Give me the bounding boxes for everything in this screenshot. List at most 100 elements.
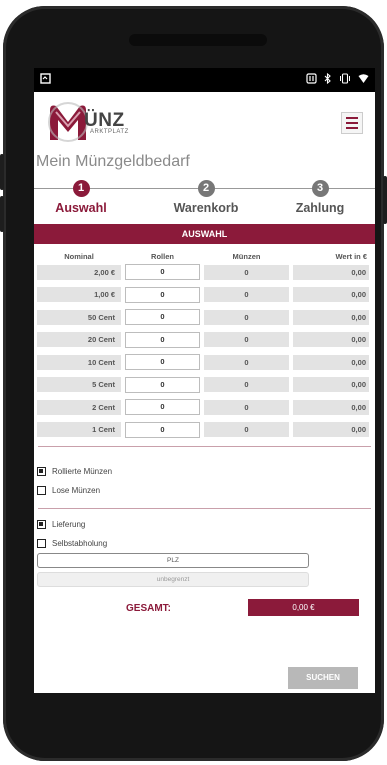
muenzen-cell: 0 xyxy=(204,377,289,392)
nfc-icon xyxy=(306,73,317,87)
option-rollierte[interactable]: Rollierte Münzen xyxy=(34,462,375,481)
rollen-input[interactable]: 0 xyxy=(125,309,200,325)
wert-cell: 0,00 xyxy=(293,399,369,415)
status-bar xyxy=(34,68,375,92)
muenzen-cell: 0 xyxy=(204,422,289,437)
menu-icon-bar xyxy=(346,127,358,129)
nominal-cell: 10 Cent xyxy=(37,354,121,370)
table-body: 2,00 €0 0 0,00 1,00 €0 0 0,00 50 Cent 0 0 0,00 20 … xyxy=(37,264,372,438)
step-auswahl[interactable]: 1 Auswahl xyxy=(34,180,136,215)
phone-frame: ÜNZ ARKTPLATZ Mein Münzgeldbedarf 1 Ausw… xyxy=(0,6,387,761)
header-nominal: Nominal xyxy=(64,251,94,261)
checked-checkbox-icon[interactable] xyxy=(37,519,46,529)
volume-up-button xyxy=(0,154,4,190)
option-label: Lieferung xyxy=(52,519,86,529)
table-row: 20 Cent 0 0 0,00 xyxy=(37,331,372,348)
step-warenkorb[interactable]: 2 Warenkorb xyxy=(151,180,261,215)
table-row: 2 Cent 0 0 0,00 xyxy=(37,399,372,415)
header-rollen: Rollen xyxy=(151,251,174,261)
vibrate-icon xyxy=(339,73,351,87)
nominal-cell: 5 Cent xyxy=(37,377,121,392)
phone-speaker xyxy=(129,34,267,46)
total-value: 0,00 € xyxy=(248,598,359,616)
step-zahlung[interactable]: 3 Zahlung xyxy=(265,180,375,215)
phone-screen: ÜNZ ARKTPLATZ Mein Münzgeldbedarf 1 Ausw… xyxy=(34,68,375,693)
menu-icon-bar xyxy=(346,122,358,124)
table-row: 1,00 € 0 0 0,00 xyxy=(37,286,372,303)
screen-rotate-icon xyxy=(40,73,51,87)
page-title: Mein Münzgeldbedarf xyxy=(36,153,190,170)
rollen-input[interactable]: 0 xyxy=(125,331,200,348)
coin-type-options: Rollierte Münzen Lose Münzen xyxy=(34,462,375,500)
total-label: GESAMT: xyxy=(126,602,171,614)
step-label: Warenkorb xyxy=(173,201,239,215)
option-label: Selbstabholung xyxy=(52,538,108,548)
wert-cell: 0,00 xyxy=(293,377,369,392)
muenzen-cell: 0 xyxy=(204,332,289,347)
header-muenzen: Münzen xyxy=(232,251,261,261)
wert-cell: 0,00 xyxy=(293,422,369,437)
wert-cell: 0,00 xyxy=(293,332,369,347)
rollen-input[interactable]: 0 xyxy=(125,399,200,415)
option-lieferung[interactable]: Lieferung xyxy=(34,515,375,534)
table-row: 5 Cent 0 0 0,00 xyxy=(37,376,372,393)
wifi-icon xyxy=(358,73,369,87)
nominal-cell: 20 Cent xyxy=(37,332,121,347)
table-row: 50 Cent 0 0 0,00 xyxy=(37,309,372,325)
table-row: 2,00 €0 0 0,00 xyxy=(37,264,372,280)
rollen-input[interactable]: 0 xyxy=(125,421,200,438)
volume-down-button xyxy=(0,196,4,232)
delivery-options: Lieferung Selbstabholung xyxy=(34,515,375,553)
step-number: 3 xyxy=(311,180,329,197)
nominal-cell: 2,00 € xyxy=(37,264,121,280)
header-wert: Wert in € xyxy=(335,251,367,261)
step-label: Auswahl xyxy=(55,201,107,215)
plz-input[interactable]: PLZ xyxy=(37,552,309,568)
total-row: GESAMT: 0,00 € xyxy=(34,598,375,625)
step-label: Zahlung xyxy=(295,201,345,215)
option-label: Rollierte Münzen xyxy=(52,466,113,476)
option-lose[interactable]: Lose Münzen xyxy=(34,481,375,500)
search-button[interactable]: SUCHEN xyxy=(288,667,358,689)
nominal-cell: 2 Cent xyxy=(37,399,121,415)
menu-icon-bar xyxy=(346,117,358,119)
step-number: 1 xyxy=(72,180,90,197)
muenzen-cell: 0 xyxy=(204,309,289,325)
checked-checkbox-icon[interactable] xyxy=(37,466,46,476)
step-number: 2 xyxy=(197,180,215,197)
rollen-input[interactable]: 0 xyxy=(125,354,200,370)
option-selbstabholung[interactable]: Selbstabholung xyxy=(34,534,375,553)
table-row: 10 Cent 0 0 0,00 xyxy=(37,354,372,370)
logo[interactable]: ÜNZ ARKTPLATZ xyxy=(46,100,156,144)
checkbox-icon[interactable] xyxy=(37,538,46,548)
divider xyxy=(38,507,371,509)
wert-cell: 0,00 xyxy=(293,354,369,370)
header: ÜNZ ARKTPLATZ xyxy=(34,92,375,152)
option-label: Lose Münzen xyxy=(52,485,101,495)
muenzen-cell: 0 xyxy=(204,354,289,370)
coin-table: Nominal Rollen Münzen Wert in € 2,00 €0 0… xyxy=(34,248,375,438)
nominal-cell: 1,00 € xyxy=(37,287,121,302)
muenzen-cell: 0 xyxy=(204,287,289,302)
checkbox-icon[interactable] xyxy=(37,485,46,495)
table-header: Nominal Rollen Münzen Wert in € xyxy=(37,248,372,264)
hamburger-menu-button[interactable] xyxy=(341,112,363,134)
rollen-input[interactable]: 0 xyxy=(125,286,200,303)
wert-cell: 0,00 xyxy=(293,264,369,280)
bluetooth-icon xyxy=(324,72,332,87)
nominal-cell: 50 Cent xyxy=(37,309,121,325)
power-button xyxy=(383,176,387,224)
rollen-input[interactable]: 0 xyxy=(125,264,200,280)
checkout-steps: 1 Auswahl 2 Warenkorb 3 Zahlung xyxy=(34,180,375,224)
nominal-cell: 1 Cent xyxy=(37,422,121,437)
rollen-input[interactable]: 0 xyxy=(125,376,200,393)
muenzen-cell: 0 xyxy=(204,399,289,415)
muenzen-cell: 0 xyxy=(204,264,289,280)
section-title: AUSWAHL xyxy=(34,224,375,244)
range-select[interactable]: unbegrenzt xyxy=(37,571,309,587)
table-row: 1 Cent 0 0 0,00 xyxy=(37,421,372,438)
wert-cell: 0,00 xyxy=(293,287,369,302)
brand-subtitle: ARKTPLATZ xyxy=(90,129,129,135)
wert-cell: 0,00 xyxy=(293,309,369,325)
divider xyxy=(38,445,371,447)
